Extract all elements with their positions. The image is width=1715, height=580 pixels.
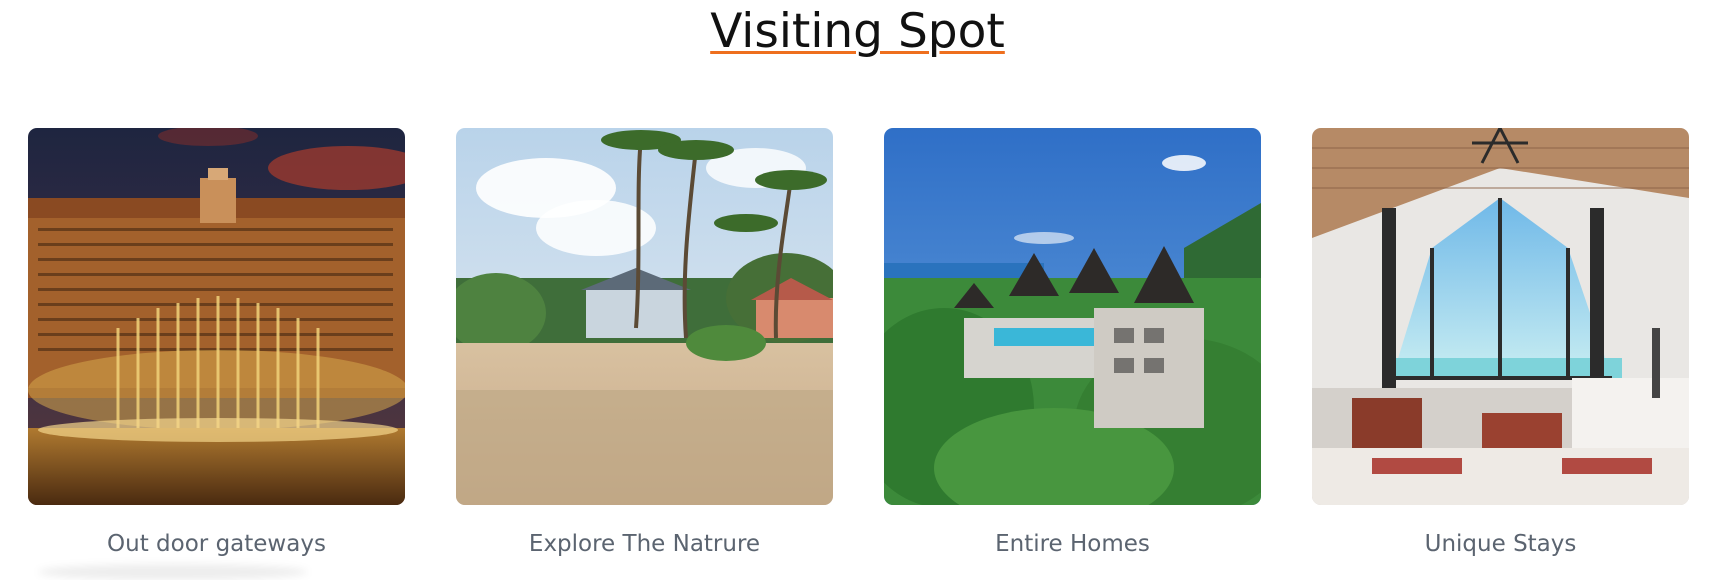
card-image[interactable]	[1312, 128, 1689, 505]
card-image[interactable]	[28, 128, 405, 505]
card-explore-nature[interactable]: Explore The Natrure	[456, 128, 833, 559]
card-caption[interactable]: Entire Homes	[884, 529, 1261, 559]
card-image[interactable]	[456, 128, 833, 505]
card-outdoor-gateways[interactable]: Out door gateways	[28, 128, 405, 559]
card-entire-homes[interactable]: Entire Homes	[884, 128, 1261, 559]
card-caption[interactable]: Explore The Natrure	[456, 529, 833, 559]
card-image[interactable]	[884, 128, 1261, 505]
card-caption[interactable]: Out door gateways	[28, 529, 405, 559]
section-title: Visiting Spot	[710, 4, 1005, 59]
scroll-shadow	[38, 564, 308, 580]
card-caption[interactable]: Unique Stays	[1312, 529, 1689, 559]
card-unique-stays[interactable]: Unique Stays	[1312, 128, 1689, 559]
